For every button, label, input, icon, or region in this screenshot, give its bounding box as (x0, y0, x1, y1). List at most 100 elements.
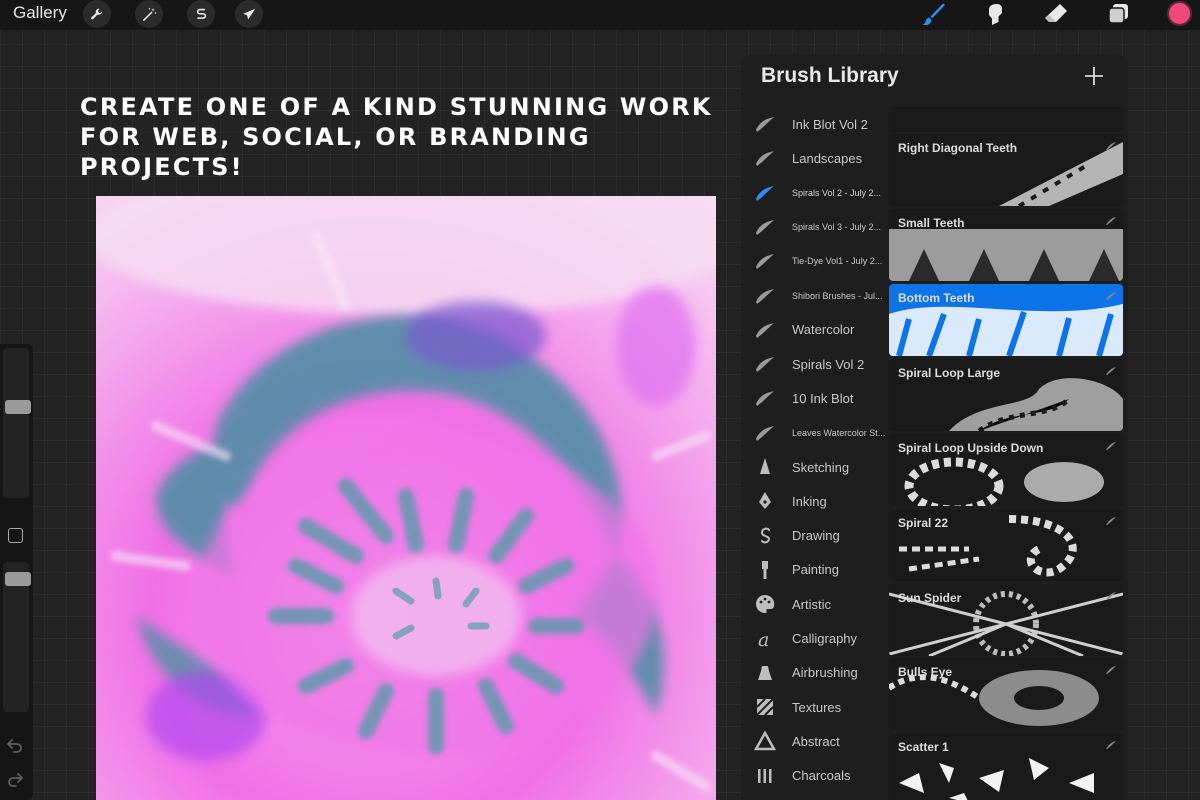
texture-icon (753, 695, 777, 719)
brush-set-item[interactable]: Charcoals (741, 759, 889, 793)
brush-preview[interactable]: Bulls Eye (889, 658, 1123, 730)
brush-preview[interactable]: Right Diagonal Teeth (889, 134, 1123, 206)
brush-preview[interactable] (889, 107, 1123, 132)
brush-set-label: Shibori Brushes - Jul... (792, 290, 883, 301)
brush-set-label: Ink Blot Vol 2 (792, 116, 868, 132)
calligraphy-a-icon: a (753, 627, 777, 651)
brush-size-slider[interactable] (3, 348, 31, 498)
brush-set-item[interactable]: Painting (741, 553, 889, 587)
brush-set-label: 10 Ink Blot (792, 390, 854, 406)
brush-preview[interactable]: Sun Spider (889, 584, 1123, 656)
undo-icon[interactable] (6, 736, 24, 754)
brush-preview[interactable]: Spiral Loop Large (889, 359, 1123, 431)
brush-stroke-icon (753, 112, 777, 136)
brush-size-knob[interactable] (5, 400, 31, 414)
brush-preview[interactable]: Spiral 22 (889, 509, 1123, 581)
brush-set-label: Inking (792, 493, 827, 509)
brush-library-title: Brush Library (761, 64, 899, 87)
brush-preview[interactable]: Scatter 1 (889, 733, 1123, 800)
brush-set-item[interactable]: Sketching (741, 450, 889, 484)
brush-name: Right Diagonal Teeth (898, 141, 1018, 155)
brush-set-item[interactable]: Drawing (741, 519, 889, 553)
modify-button[interactable] (8, 528, 23, 543)
tie-dye-image (96, 196, 716, 800)
brush-set-label: Artistic (792, 596, 831, 612)
redo-icon[interactable] (6, 770, 24, 788)
brush-set-label: Spirals Vol 2 - July 2... (792, 187, 882, 198)
brush-set-label: Tie-Dye Vol1 - July 2... (792, 256, 883, 267)
brush-stroke-icon (753, 421, 777, 445)
headline-line-1: CREATE ONE OF A KIND STUNNING WORK (80, 93, 713, 121)
brush-set-item[interactable]: Tie-Dye Vol1 - July 2... (741, 244, 889, 278)
brush-set-item[interactable]: Airbrushing (741, 656, 889, 690)
top-toolbar: Gallery (0, 0, 1200, 30)
svg-text:a: a (758, 629, 769, 650)
brush-name: Sun Spider (898, 591, 962, 605)
brush-stroke-icon (753, 386, 777, 410)
brush-name: Scatter 1 (898, 740, 949, 754)
brush-stroke-icon (1106, 517, 1116, 525)
opacity-slider[interactable] (3, 562, 31, 712)
brush-set-item[interactable]: Spirals Vol 3 - July 2... (741, 210, 889, 244)
brush-name: Bottom Teeth (898, 291, 975, 305)
palette-icon (753, 592, 777, 616)
brush-set-item[interactable]: Ink Blot Vol 2 (741, 107, 889, 141)
brush-set-item[interactable]: Shibori Brushes - Jul... (741, 279, 889, 313)
brush-set-item[interactable]: Landscapes (741, 141, 889, 175)
pencil-tip-icon (753, 455, 777, 479)
brush-preview[interactable]: Bottom Teeth (889, 284, 1123, 356)
smudge-icon[interactable] (980, 0, 1010, 28)
color-swatch-button[interactable] (1167, 1, 1192, 26)
brush-stroke-icon (1106, 292, 1116, 300)
brush-set-label: Landscapes (792, 150, 863, 166)
brush-set-item[interactable]: Abstract (741, 724, 889, 758)
brush-set-label: Painting (792, 562, 839, 578)
brush-set-item[interactable]: Leaves Watercolor St... (741, 416, 889, 450)
promo-headline: CREATE ONE OF A KIND STUNNING WORK FOR W… (80, 92, 740, 182)
brush-set-item[interactable]: a Calligraphy (741, 622, 889, 656)
brush-set-item[interactable]: Textures (741, 690, 889, 724)
gallery-button[interactable]: Gallery (13, 3, 67, 23)
brush-set-label: Watercolor (792, 322, 855, 338)
squiggle-icon (753, 524, 777, 548)
brush-set-label: Drawing (792, 528, 840, 544)
brush-set-item[interactable]: Spirals Vol 2 - July 2... (741, 176, 889, 210)
triangle-icon (753, 729, 777, 753)
brush-preview[interactable]: Spiral Loop Upside Down (889, 434, 1123, 506)
brush-stroke-icon (753, 249, 777, 273)
brush-icon[interactable] (918, 0, 948, 28)
eraser-icon[interactable] (1041, 0, 1071, 28)
charcoal-icon (753, 764, 777, 788)
layers-icon[interactable] (1103, 0, 1133, 28)
brush-set-label: Sketching (792, 459, 850, 475)
headline-line-2: FOR WEB, SOCIAL, OR BRANDING PROJECTS! (80, 123, 591, 181)
plus-icon[interactable] (1083, 65, 1105, 87)
paint-brush-icon (753, 558, 777, 582)
brush-set-label: Textures (792, 699, 842, 715)
brush-stroke-icon (753, 284, 777, 308)
airbrush-icon (753, 661, 777, 685)
brush-set-label: Spirals Vol 3 - July 2... (792, 221, 882, 232)
magic-wand-icon[interactable] (135, 0, 163, 28)
brush-set-item[interactable]: Inking (741, 484, 889, 518)
brush-stroke-icon (1106, 442, 1116, 450)
brush-set-label: Abstract (792, 733, 840, 749)
brush-preview[interactable]: Small Teeth (889, 209, 1123, 281)
pen-nib-icon (753, 489, 777, 513)
brush-stroke-icon (1106, 666, 1116, 674)
brush-name: Spiral Loop Large (898, 366, 1001, 380)
brush-list: Right Diagonal Teeth Small Teeth Bottom Te… (889, 107, 1123, 800)
selection-s-icon[interactable] (187, 0, 215, 28)
brush-set-label: Spirals Vol 2 (792, 356, 865, 372)
wrench-icon[interactable] (83, 0, 111, 28)
brush-set-label: Airbrushing (792, 665, 858, 681)
canvas-artwork[interactable] (96, 196, 716, 800)
brush-set-item[interactable]: Spirals Vol 2 (741, 347, 889, 381)
brush-set-item[interactable]: Artistic (741, 587, 889, 621)
opacity-knob[interactable] (5, 572, 31, 586)
brush-set-item[interactable]: Watercolor (741, 313, 889, 347)
brush-set-item[interactable]: 10 Ink Blot (741, 381, 889, 415)
transform-arrow-icon[interactable] (235, 0, 263, 28)
brush-name: Spiral Loop Upside Down (898, 441, 1044, 455)
brush-stroke-icon (1106, 367, 1116, 375)
